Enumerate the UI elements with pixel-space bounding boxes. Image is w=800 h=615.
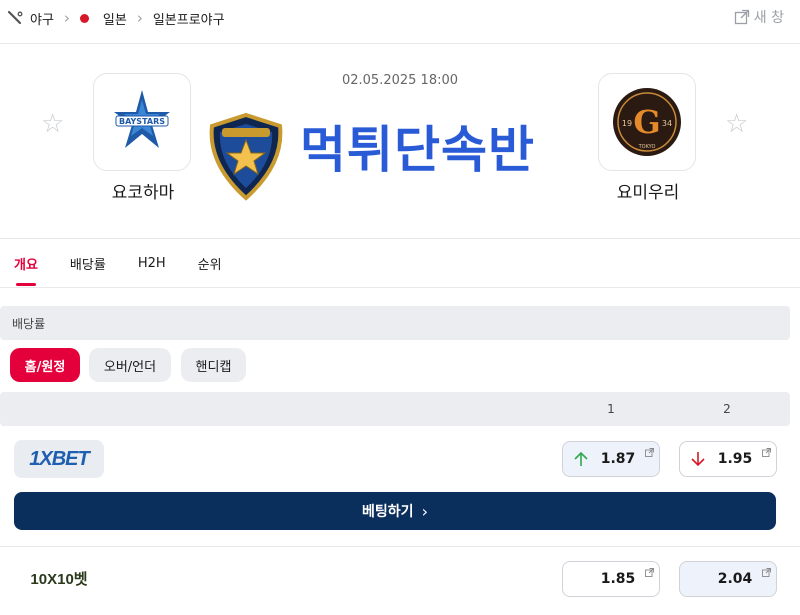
- tab-standings[interactable]: 순위: [184, 240, 236, 286]
- baystars-logo-icon: BAYSTARS: [114, 90, 170, 148]
- chevron-right-icon: ›: [63, 9, 70, 27]
- svg-text:TOKYO: TOKYO: [638, 144, 656, 150]
- external-link-icon: [762, 565, 771, 581]
- filter-over-under[interactable]: 오버/언더: [89, 348, 171, 382]
- match-datetime: 02.05.2025 18:00: [341, 73, 459, 88]
- away-team-name[interactable]: 요미우리: [578, 178, 718, 203]
- divider: [0, 238, 800, 239]
- tab-h2h[interactable]: H2H: [124, 240, 180, 286]
- arrow-up-icon: [573, 450, 589, 472]
- tab-odds[interactable]: 배당률: [56, 240, 120, 286]
- breadcrumb-sport[interactable]: 야구: [30, 9, 54, 28]
- odd-value: 1.95: [717, 451, 753, 467]
- external-link-icon: [734, 9, 754, 25]
- bookmaker-10x10-logo[interactable]: 10X10벳: [14, 560, 104, 596]
- breadcrumb-league[interactable]: 일본프로야구: [153, 9, 225, 28]
- watermark-text: 먹튀단속반: [300, 121, 535, 179]
- odd-1xbet-home[interactable]: 1.87: [562, 441, 660, 477]
- svg-text:19: 19: [622, 119, 632, 128]
- breadcrumb: 야구 › 일본 › 일본프로야구 새 창: [0, 0, 800, 36]
- bookmaker-1xbet-name: 1XBET: [29, 447, 89, 470]
- arrow-down-icon: [690, 450, 706, 472]
- svg-text:G: G: [633, 103, 660, 141]
- filter-home-away[interactable]: 홈/원정: [10, 348, 80, 382]
- new-window-button[interactable]: 새 창: [734, 7, 784, 27]
- divider: [0, 287, 800, 288]
- column-label-2: 2: [723, 402, 731, 416]
- column-label-1: 1: [607, 402, 615, 416]
- divider: [0, 43, 800, 44]
- place-bet-button[interactable]: 베팅하기 ›: [14, 492, 776, 530]
- baseball-bat-icon: [6, 9, 24, 27]
- odd-10x10-away[interactable]: 2.04: [679, 561, 777, 597]
- match-tabs: 개요 배당률 H2H 순위: [0, 240, 236, 288]
- breadcrumb-country[interactable]: 일본: [103, 9, 127, 28]
- filter-handicap[interactable]: 핸디캡: [181, 348, 246, 382]
- favorite-home-star-icon[interactable]: ☆: [41, 111, 64, 137]
- police-badge-icon: [204, 112, 288, 206]
- new-window-label: 새 창: [753, 10, 784, 26]
- odds-section-title: 배당률: [0, 306, 790, 340]
- external-link-icon: [645, 565, 654, 581]
- divider: [0, 546, 800, 547]
- chevron-right-icon: ›: [421, 501, 428, 521]
- odds-column-header: [0, 392, 790, 426]
- odd-value: 1.85: [600, 571, 636, 587]
- place-bet-label: 베팅하기: [362, 504, 414, 520]
- home-team-name[interactable]: 요코하마: [73, 178, 213, 203]
- svg-text:BAYSTARS: BAYSTARS: [119, 117, 165, 126]
- external-link-icon: [645, 445, 654, 461]
- giants-logo-icon: G 19 34 TOKYO: [613, 88, 681, 156]
- odd-value: 1.87: [600, 451, 636, 467]
- svg-text:34: 34: [662, 119, 672, 128]
- external-link-icon: [762, 445, 771, 461]
- odd-10x10-home[interactable]: 1.85: [562, 561, 660, 597]
- chevron-right-icon: ›: [136, 9, 143, 27]
- favorite-away-star-icon[interactable]: ☆: [725, 111, 748, 137]
- odd-value: 2.04: [717, 571, 753, 587]
- away-team-logo[interactable]: G 19 34 TOKYO: [598, 73, 696, 171]
- odd-1xbet-away[interactable]: 1.95: [679, 441, 777, 477]
- bookmaker-10x10-name: 10X10벳: [30, 570, 88, 588]
- japan-flag-icon: [79, 13, 89, 23]
- bookmaker-1xbet-logo[interactable]: 1XBET: [14, 440, 104, 478]
- tab-overview[interactable]: 개요: [0, 240, 52, 286]
- home-team-logo[interactable]: BAYSTARS: [93, 73, 191, 171]
